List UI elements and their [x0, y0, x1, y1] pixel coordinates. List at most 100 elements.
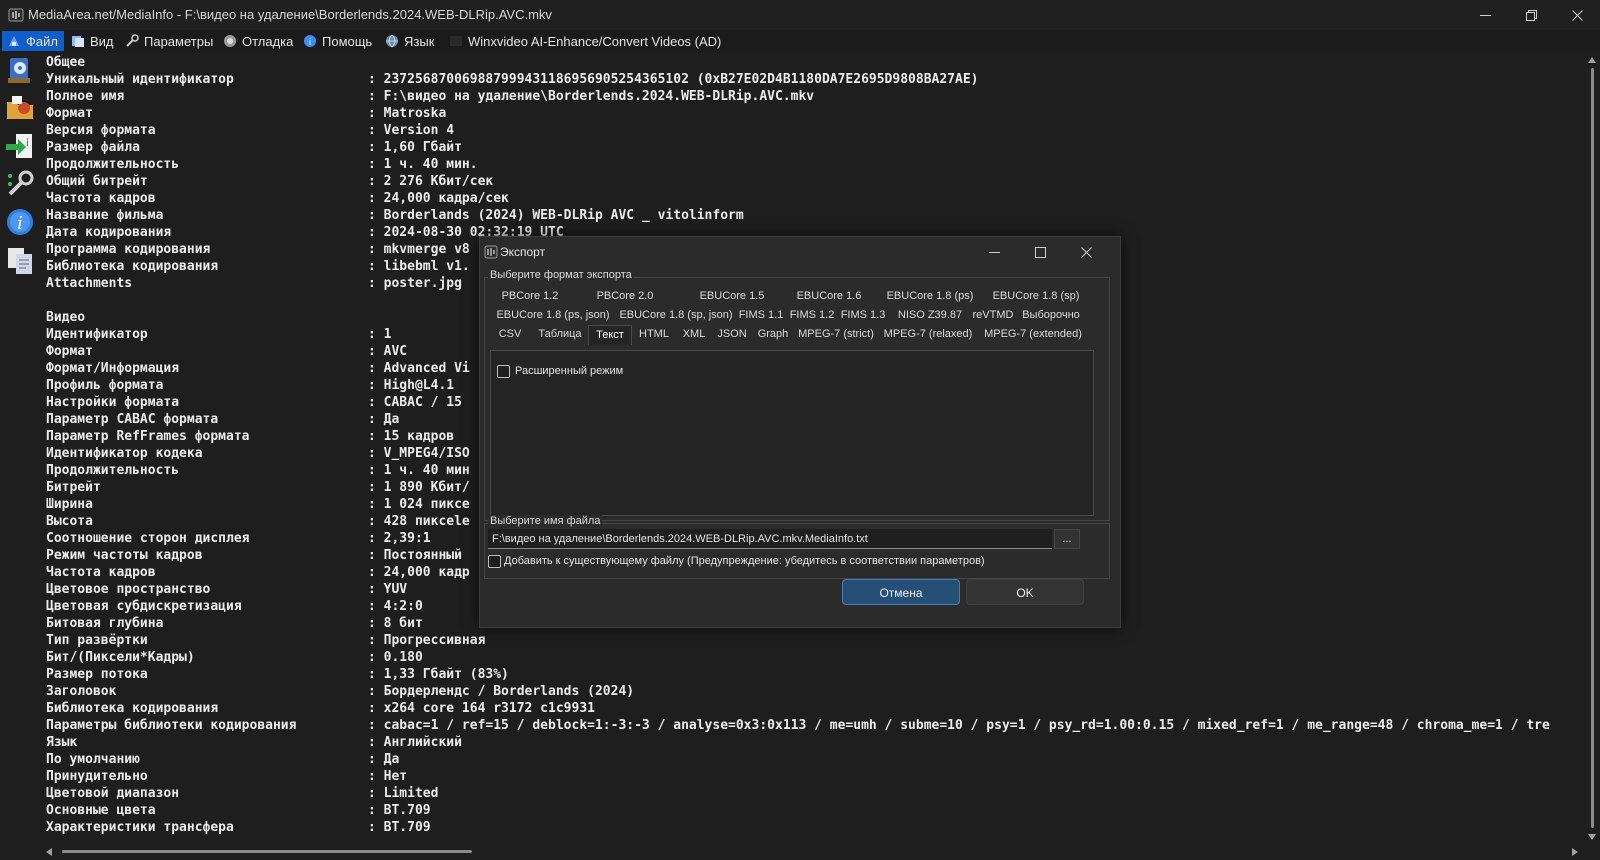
tab-fims-1-1[interactable]: FIMS 1.1 [736, 306, 786, 324]
tab-pbcore-2-0[interactable]: PBCore 2.0 [580, 287, 670, 305]
info-key: Уникальный идентификатор [46, 72, 234, 87]
minimize-button[interactable] [1462, 0, 1508, 30]
advanced-mode-checkbox[interactable] [497, 365, 510, 378]
info-key: Битрейт [46, 480, 101, 495]
info-value: : Английский [368, 735, 462, 750]
info-key: Размер файла [46, 140, 140, 155]
file-name-group-label: Выберите имя файла [488, 515, 603, 527]
cancel-button[interactable]: Отмена [842, 579, 960, 605]
close-button[interactable] [1554, 0, 1600, 30]
svg-text:i: i [26, 138, 29, 149]
info-key: Общий битрейт [46, 174, 148, 189]
info-key: Частота кадров [46, 191, 156, 206]
tab-graph[interactable]: Graph [752, 325, 794, 343]
export-icon[interactable]: i [4, 130, 36, 162]
mediainfo-app-icon [8, 8, 24, 22]
info-key: Дата кодирования [46, 225, 172, 240]
info-key: Библиотека кодирования [46, 701, 219, 716]
horizontal-scrollbar[interactable] [42, 844, 1584, 860]
minimize-icon [988, 251, 1000, 253]
dialog-maximize-button[interactable] [1020, 240, 1060, 264]
tab-json[interactable]: JSON [712, 325, 752, 343]
tab-fims-1-3[interactable]: FIMS 1.3 [838, 306, 888, 324]
tab-текст[interactable]: Текст [588, 325, 632, 345]
menu-help[interactable]: i Помощь [298, 31, 378, 51]
tab-выборочно[interactable]: Выборочно [1016, 306, 1086, 324]
left-toolbar: i i [0, 54, 42, 860]
tab-mpeg-7-extended[interactable]: MPEG-7 (extended) [976, 325, 1090, 343]
tab-mpeg-7-relaxed[interactable]: MPEG-7 (relaxed) [880, 325, 976, 343]
info-value: : 15 кадров [368, 429, 455, 444]
title-bar: MediaArea.net/MediaInfo - F:\видео на уд… [0, 0, 1600, 30]
tab-ebucore-1-8-sp-json[interactable]: EBUCore 1.8 (sp, json) [616, 306, 736, 324]
ok-button[interactable]: OK [966, 579, 1084, 605]
tab-mpeg-7-strict[interactable]: MPEG-7 (strict) [794, 325, 878, 343]
info-key: Частота кадров [46, 565, 156, 580]
tab-html[interactable]: HTML [632, 325, 676, 343]
info-value: : 2 276 Кбит/сек [368, 174, 494, 189]
menu-file[interactable]: Файл [2, 31, 64, 51]
vertical-scrollbar[interactable] [1584, 54, 1600, 844]
vertical-scroll-thumb[interactable] [1591, 68, 1594, 828]
minimize-icon [1479, 14, 1491, 16]
tab-revtmd[interactable]: reVTMD [968, 306, 1018, 324]
info-key: Название фильма [46, 208, 164, 223]
menu-settings[interactable]: Параметры [120, 31, 219, 51]
info-icon[interactable]: i [4, 206, 36, 238]
info-value: : Постоянный [368, 548, 462, 563]
info-value: : 2,39:1 [368, 531, 431, 546]
info-value: : Да [368, 412, 400, 427]
menu-view[interactable]: Вид [66, 31, 120, 51]
info-key: Продолжительность [46, 157, 180, 172]
tab-ebucore-1-6[interactable]: EBUCore 1.6 [782, 287, 876, 305]
tab-ebucore-1-8-ps[interactable]: EBUCore 1.8 (ps) [870, 287, 990, 305]
info-key: Идентификатор [46, 327, 148, 342]
info-value: : 0.180 [368, 650, 423, 665]
info-value: : 1 [368, 327, 392, 342]
export-format-group-label: Выберите формат экспорта [488, 269, 634, 281]
copy-info-icon[interactable] [4, 244, 36, 276]
info-value: : BT.709 [368, 803, 431, 818]
tab-ebucore-1-8-sp[interactable]: EBUCore 1.8 (sp) [982, 287, 1090, 305]
tab-xml[interactable]: XML [676, 325, 712, 343]
info-value: : Прогрессивная [368, 633, 486, 648]
info-value: : 23725687006988799943118695690525436510… [368, 72, 979, 87]
info-value: : Да [368, 752, 400, 767]
info-key: Формат/Информация [46, 361, 180, 376]
tab-ebucore-1-8-ps-json[interactable]: EBUCore 1.8 (ps, json) [490, 306, 616, 324]
info-key: Настройки формата [46, 395, 180, 410]
info-value: : libebml v1. [368, 259, 470, 274]
menu-winxvideo-ad[interactable]: Winxvideo AI-Enhance/Convert Videos (AD) [444, 31, 727, 51]
info-value: : 1 ч. 40 мин. [368, 157, 478, 172]
scroll-right-arrow[interactable] [1572, 848, 1578, 856]
info-value: : 8 бит [368, 616, 423, 631]
browse-file-button[interactable]: ... [1054, 529, 1080, 549]
menu-debug[interactable]: Отладка [218, 31, 299, 51]
scroll-up-arrow[interactable] [1588, 57, 1596, 63]
dialog-close-button[interactable] [1066, 240, 1106, 264]
scroll-down-arrow[interactable] [1588, 834, 1596, 840]
menu-language[interactable]: Язык [380, 31, 440, 51]
tab-csv[interactable]: CSV [490, 325, 530, 343]
restore-button[interactable] [1508, 0, 1554, 30]
open-file-icon[interactable] [4, 54, 36, 86]
tab-fims-1-2[interactable]: FIMS 1.2 [786, 306, 838, 324]
export-file-path-input[interactable]: F:\видео на удаление\Borderlends.2024.WE… [488, 529, 1052, 549]
dialog-minimize-button[interactable] [974, 240, 1014, 264]
info-key: Высота [46, 514, 93, 529]
open-folder-icon[interactable] [4, 92, 36, 124]
tab-таблица[interactable]: Таблица [534, 325, 586, 343]
text-format-pane: Расширенный режим [490, 350, 1094, 516]
info-key: Attachments [46, 276, 133, 291]
preferences-icon[interactable] [4, 168, 36, 200]
tab-pbcore-1-2[interactable]: PBCore 1.2 [490, 287, 570, 305]
info-value: : 24,000 кадра/сек [368, 191, 509, 206]
tab-niso-z39-87[interactable]: NISO Z39.87 [888, 306, 972, 324]
append-to-file-checkbox[interactable] [488, 555, 501, 568]
menu-bar: Файл Вид Параметры Отладка i Помощь Язык… [0, 30, 1600, 52]
tab-ebucore-1-5[interactable]: EBUCore 1.5 [682, 287, 782, 305]
horizontal-scroll-thumb[interactable] [62, 850, 472, 853]
info-key: Формат [46, 106, 93, 121]
window-title: MediaArea.net/MediaInfo - F:\видео на уд… [28, 7, 552, 22]
scroll-left-arrow[interactable] [46, 848, 52, 856]
